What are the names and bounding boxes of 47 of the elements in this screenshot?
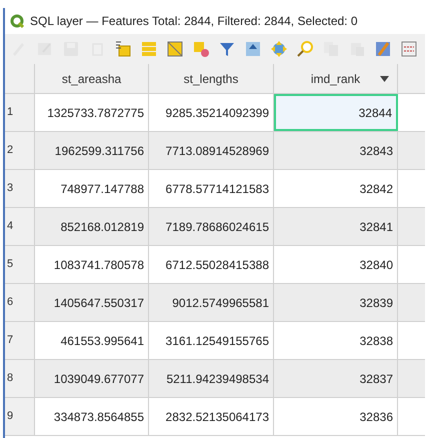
app-logo-icon xyxy=(10,14,24,28)
table-cell: 6712.55028415388 xyxy=(149,246,274,283)
table-cell: 334873.8564855 xyxy=(35,398,149,435)
row-number[interactable]: 2 xyxy=(5,132,35,169)
row-number[interactable]: 4 xyxy=(5,208,35,245)
deselect-icon[interactable] xyxy=(191,39,211,59)
row-number[interactable]: 6 xyxy=(5,284,35,321)
pan-icon[interactable] xyxy=(269,39,289,59)
table-cell: 32842 xyxy=(274,170,398,207)
table-cell: 32839 xyxy=(274,284,398,321)
table-cell: 748977.147788 xyxy=(35,170,149,207)
table-cell: 2832.52135064173 xyxy=(149,398,274,435)
row-number[interactable]: 3 xyxy=(5,170,35,207)
table-cell: 6778.57714121583 xyxy=(149,170,274,207)
window-title: SQL layer — Features Total: 2844, Filtered: 2844, Selected: 0 xyxy=(30,13,358,30)
pencil-icon[interactable] xyxy=(373,39,393,59)
table-cell: 1962599.311756 xyxy=(35,132,149,169)
move-top-icon[interactable] xyxy=(243,39,263,59)
table-cell: 32838 xyxy=(274,322,398,359)
row-number[interactable]: 9 xyxy=(5,398,35,435)
table-cell: 852168.012819 xyxy=(35,208,149,245)
table-cell: 1039049.677077 xyxy=(35,360,149,397)
table-cell: 3161.12549155765 xyxy=(149,322,274,359)
table-cell: 1405647.550317 xyxy=(35,284,149,321)
table-cell: 461553.995641 xyxy=(35,322,149,359)
table-cell: 5211.94239498534 xyxy=(149,360,274,397)
rows-icon[interactable] xyxy=(139,39,159,59)
table-cell: 32843 xyxy=(274,132,398,169)
column-header[interactable]: imd_rank xyxy=(274,64,398,93)
row-number[interactable]: 7 xyxy=(5,322,35,359)
row-number[interactable]: 1 xyxy=(5,94,35,131)
table-cell: 32836 xyxy=(274,398,398,435)
table-cell: 7713.08914528969 xyxy=(149,132,274,169)
row-number[interactable]: 5 xyxy=(5,246,35,283)
column-header[interactable]: st_areasha xyxy=(35,64,149,93)
table-cell: 32844 xyxy=(274,94,398,131)
expression-icon[interactable] xyxy=(113,39,133,59)
table-cell: 32840 xyxy=(274,246,398,283)
table-cell: 9012.5749965581 xyxy=(149,284,274,321)
column-header[interactable]: st_lengths xyxy=(149,64,274,93)
magnifier-icon[interactable] xyxy=(295,39,315,59)
table-cell: 7189.78686024615 xyxy=(149,208,274,245)
table-cell: 32841 xyxy=(274,208,398,245)
table-cell: 1083741.780578 xyxy=(35,246,149,283)
row-number[interactable]: 8 xyxy=(5,360,35,397)
table-cell: 1325733.7872775 xyxy=(35,94,149,131)
table-cell: 32837 xyxy=(274,360,398,397)
